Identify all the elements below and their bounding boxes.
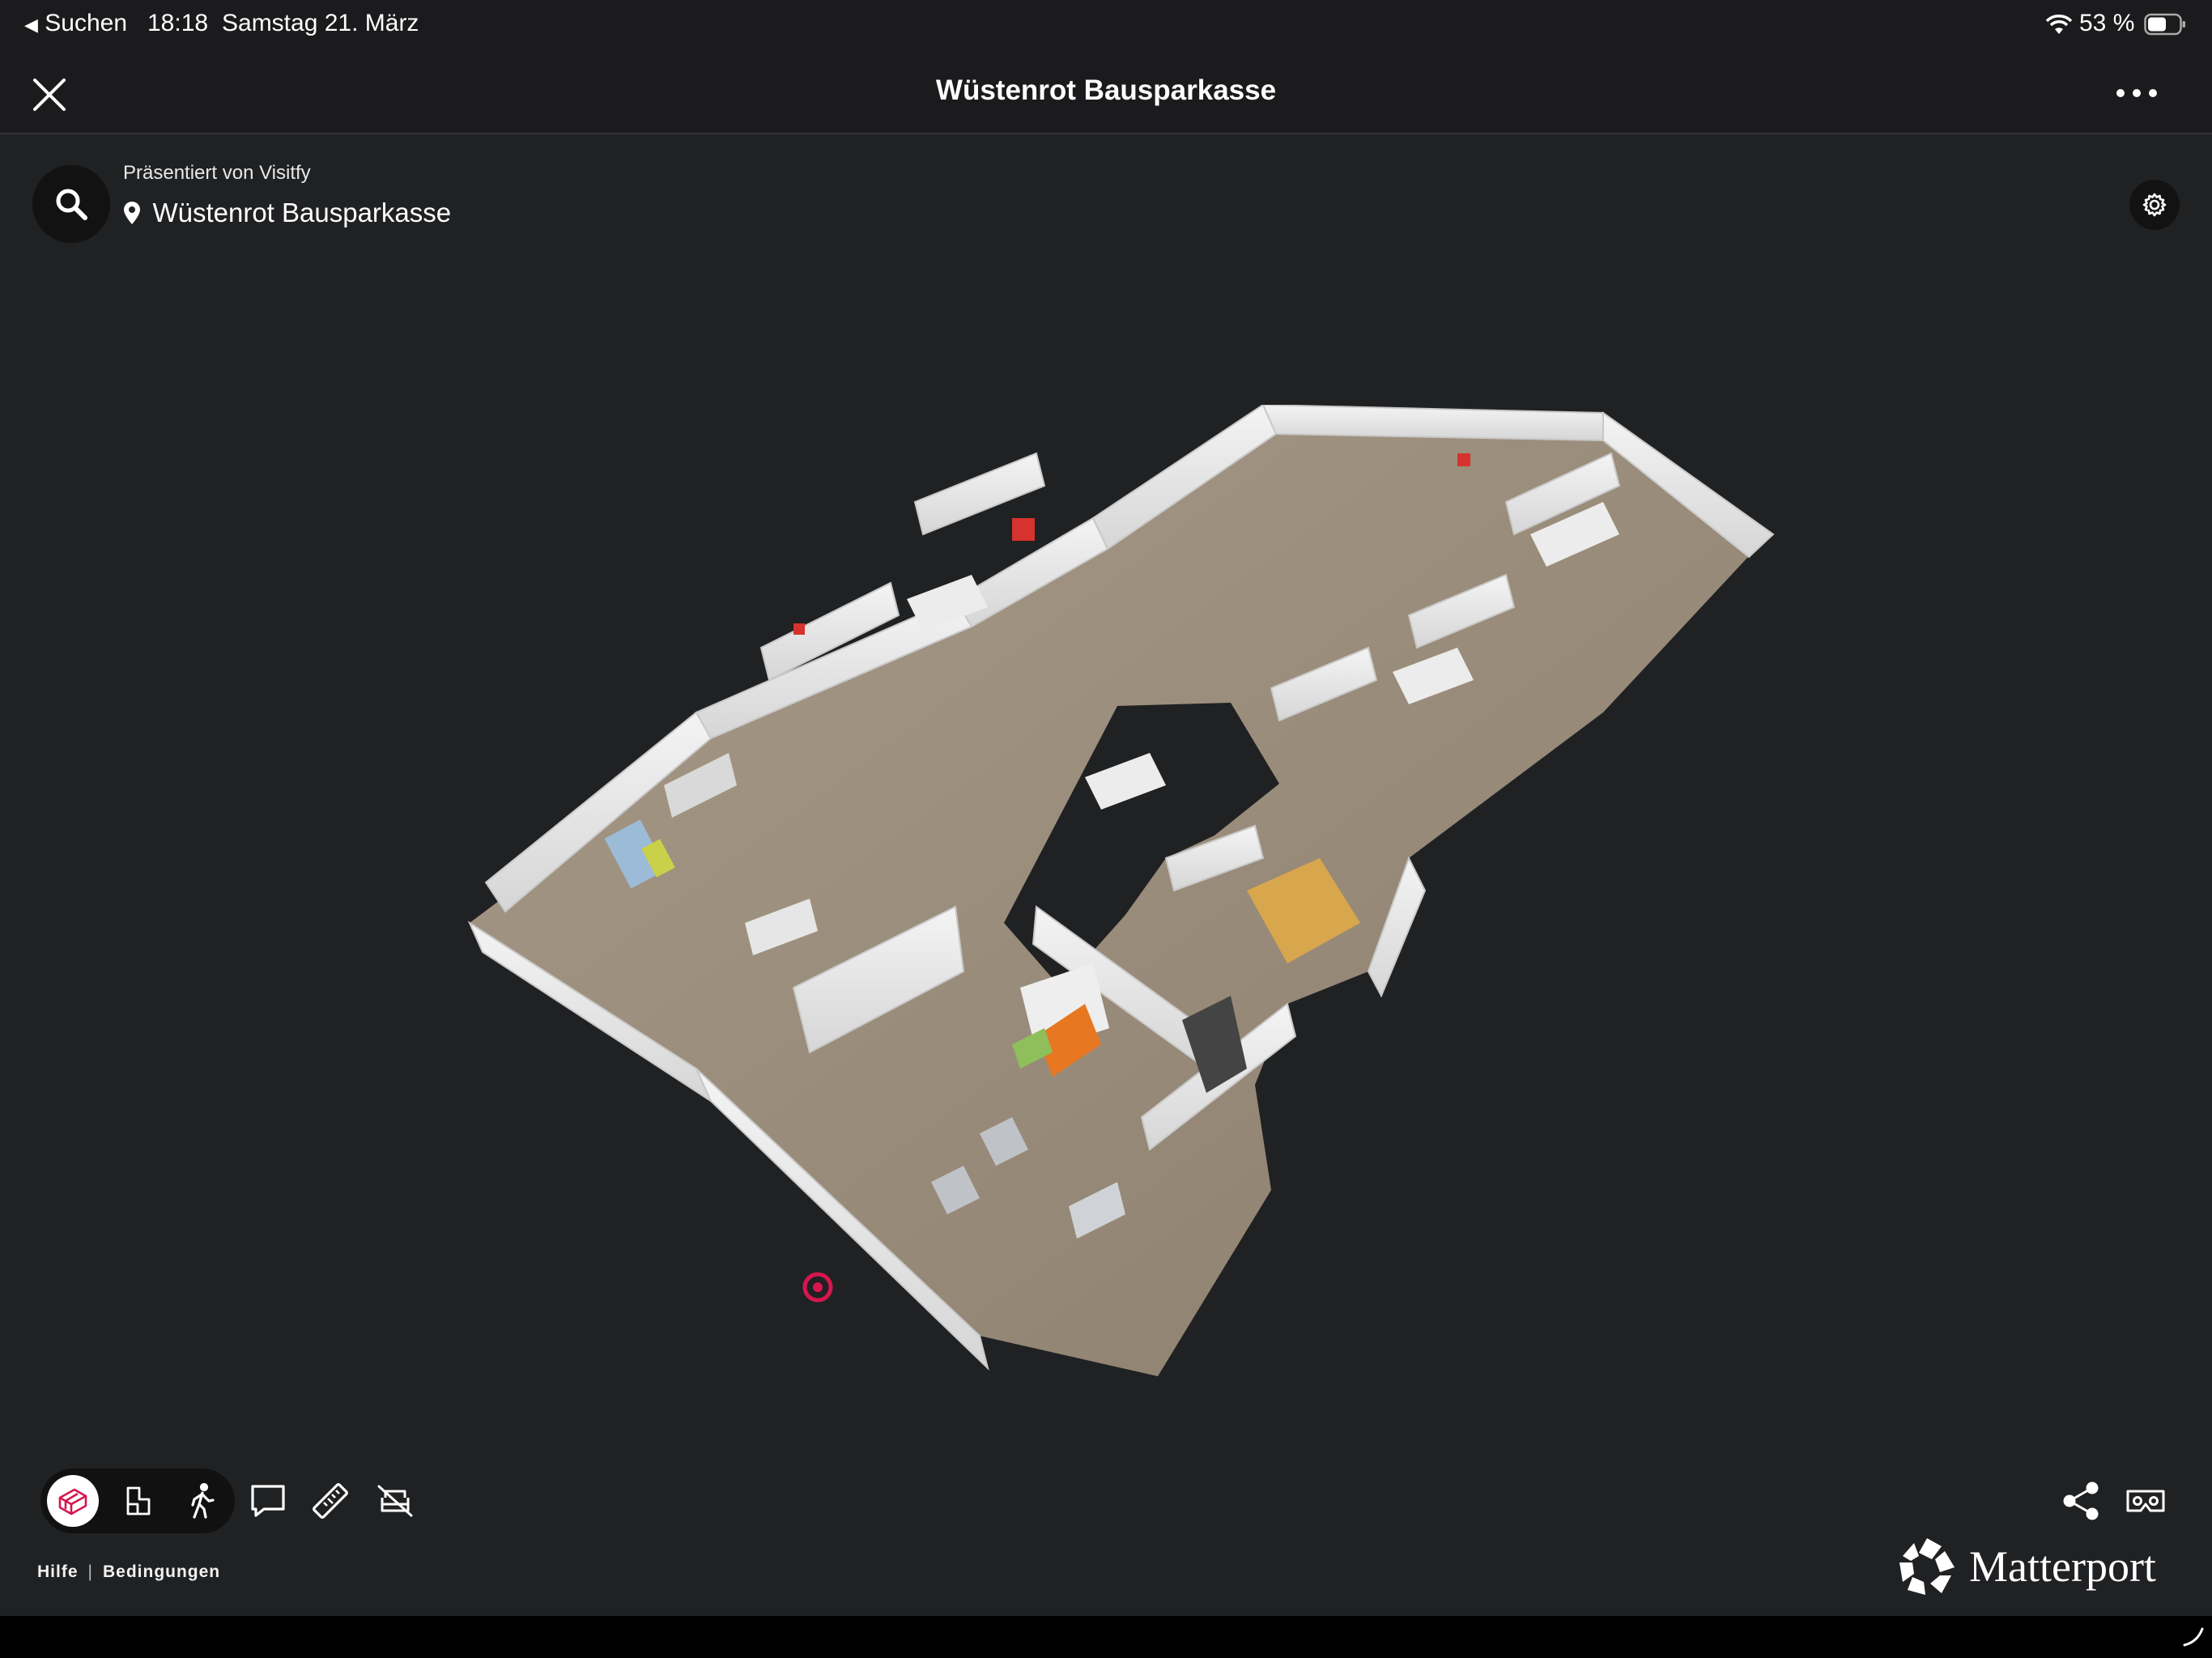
measure-button[interactable] — [306, 1477, 355, 1525]
comment-button[interactable] — [243, 1477, 291, 1525]
more-options-icon[interactable] — [2113, 81, 2160, 105]
status-time: 18:18 — [147, 10, 209, 36]
matterport-wordmark: Matterport — [1969, 1542, 2156, 1591]
share-button[interactable] — [2057, 1477, 2105, 1525]
battery-percent: 53 % — [2079, 10, 2135, 36]
comment-icon — [251, 1485, 285, 1517]
matterport-logo-icon — [1899, 1538, 1955, 1595]
furniture-hidden-icon — [377, 1485, 413, 1517]
dollhouse-icon — [58, 1488, 87, 1516]
hide-furniture-button[interactable] — [371, 1477, 419, 1525]
wifi-icon — [2045, 15, 2073, 34]
page-title: Wüstenrot Bausparkasse — [935, 74, 1277, 106]
status-bar: ◀ Suchen 18:18 Samstag 21. März 53 % — [0, 0, 2212, 50]
footer-links: Hilfe | Bedingungen — [37, 1562, 220, 1582]
share-icon — [2063, 1482, 2099, 1520]
dollhouse-model[interactable] — [453, 405, 1781, 1376]
nav-bar: Wüstenrot Bausparkasse — [0, 50, 2212, 134]
location-pin-icon — [124, 202, 140, 224]
vr-button[interactable] — [2121, 1477, 2170, 1525]
matterport-logo[interactable]: Matterport — [1895, 1535, 2170, 1600]
gear-icon — [2142, 193, 2167, 217]
settings-button[interactable] — [2129, 180, 2180, 230]
vr-icon — [2126, 1490, 2165, 1512]
corner-indicator-icon — [2183, 1627, 2204, 1647]
back-arrow-icon: ◀ — [24, 15, 38, 35]
current-position-marker[interactable] — [802, 1272, 833, 1303]
floorplan-mode-button[interactable] — [112, 1475, 164, 1527]
home-indicator-bar — [0, 1616, 2212, 1658]
measure-icon — [313, 1483, 348, 1519]
back-label: Suchen — [45, 10, 128, 36]
status-date: Samstag 21. März — [222, 10, 419, 36]
footer-separator: | — [87, 1562, 93, 1581]
walk-icon — [191, 1483, 215, 1519]
location-row: Wüstenrot Bausparkasse — [123, 198, 451, 230]
walk-mode-button[interactable] — [177, 1475, 228, 1527]
view-mode-group — [40, 1469, 235, 1533]
floor-plate — [470, 416, 1769, 1376]
battery-icon — [2144, 13, 2185, 36]
dollhouse-mode-button[interactable] — [47, 1475, 99, 1527]
floorplan-icon — [126, 1486, 151, 1516]
back-to-search[interactable]: ◀ Suchen — [24, 10, 127, 37]
presented-by: Präsentiert von Visitfy — [123, 162, 311, 184]
search-icon — [56, 189, 87, 220]
search-button[interactable] — [32, 165, 110, 243]
location-name: Wüstenrot Bausparkasse — [152, 198, 452, 227]
help-link[interactable]: Hilfe — [37, 1562, 79, 1581]
terms-link[interactable]: Bedingungen — [103, 1562, 220, 1581]
